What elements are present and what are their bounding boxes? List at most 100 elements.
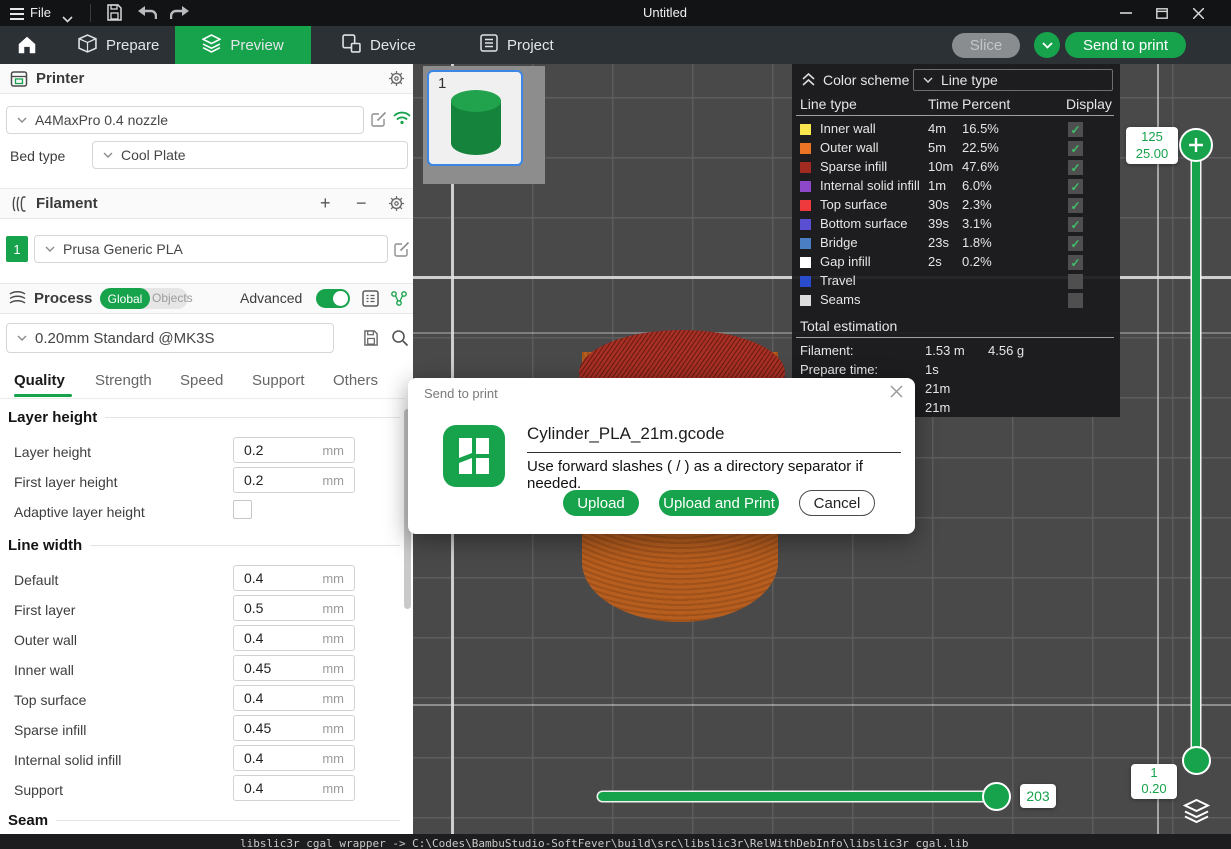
undo-icon[interactable] <box>138 6 157 25</box>
dialog-close-icon[interactable] <box>890 385 903 403</box>
display-checkbox[interactable] <box>1068 293 1083 308</box>
display-checkbox[interactable]: ✓ <box>1068 122 1083 137</box>
add-filament-button[interactable]: + <box>320 193 331 214</box>
gear-icon[interactable] <box>388 195 405 217</box>
setting-input[interactable]: 0.4mm <box>233 775 355 801</box>
printer-preset-dropdown[interactable]: A4MaxPro 0.4 nozzle <box>6 106 364 134</box>
slice-button[interactable]: Slice <box>952 33 1020 58</box>
layers-icon[interactable] <box>1183 799 1210 829</box>
setting-label: Internal solid infill <box>14 752 121 768</box>
upload-button[interactable]: Upload <box>563 490 639 516</box>
send-options-chevron-button[interactable] <box>1034 32 1060 58</box>
tab-quality[interactable]: Quality <box>14 372 65 389</box>
divider <box>90 4 91 22</box>
setting-input[interactable]: 0.5mm <box>233 595 355 621</box>
application-window: File Untitled <box>0 0 1231 849</box>
process-preset-dropdown[interactable]: 0.20mm Standard @MK3S <box>6 323 334 353</box>
tab-prepare[interactable]: Prepare <box>78 26 159 64</box>
bed-type-dropdown[interactable]: Cool Plate <box>92 141 408 169</box>
redo-icon[interactable] <box>170 6 189 25</box>
remove-filament-button[interactable]: − <box>356 193 367 214</box>
line-type-time: 5m <box>928 140 946 155</box>
hamburger-menu-icon[interactable] <box>10 7 24 25</box>
display-checkbox[interactable]: ✓ <box>1068 255 1083 270</box>
search-icon[interactable] <box>391 329 409 352</box>
console-log-line: libslic3r_cgal_wrapper -> C:\Codes\Bambu… <box>240 837 968 849</box>
move-slider-track[interactable] <box>598 792 1000 801</box>
wifi-icon[interactable] <box>393 110 411 130</box>
line-type-swatch <box>800 181 811 192</box>
build-console-strip: libslic3r_cgal_wrapper -> C:\Codes\Bambu… <box>0 834 1231 849</box>
upload-and-print-button[interactable]: Upload and Print <box>659 490 779 516</box>
save-icon[interactable] <box>106 4 123 26</box>
collapse-icon[interactable] <box>802 73 815 89</box>
tab-support[interactable]: Support <box>252 372 305 389</box>
tab-others[interactable]: Others <box>333 372 378 389</box>
process-section-header: Process Global Objects Advanced <box>0 283 413 314</box>
file-menu[interactable]: File <box>30 5 51 20</box>
layer-slider-track[interactable] <box>1192 145 1200 760</box>
setting-input[interactable]: 0.2 mm <box>233 437 355 463</box>
edit-icon[interactable] <box>371 111 387 132</box>
group-title: Line width <box>8 537 82 554</box>
setting-input[interactable]: 0.45mm <box>233 655 355 681</box>
process-workflow-icon[interactable] <box>390 290 408 312</box>
display-checkbox[interactable]: ✓ <box>1068 198 1083 213</box>
col-header-time: Time <box>928 96 959 112</box>
gear-icon[interactable] <box>388 70 405 92</box>
setting-input[interactable]: 0.4mm <box>233 745 355 771</box>
move-slider-handle[interactable] <box>982 782 1011 811</box>
tab-strength[interactable]: Strength <box>95 372 152 389</box>
filename-input[interactable]: Cylinder_PLA_21m.gcode <box>527 424 901 453</box>
display-checkbox[interactable]: ✓ <box>1068 217 1083 232</box>
line-type-label: Internal solid infill <box>820 178 920 193</box>
view-mode-dropdown[interactable]: Line type <box>913 69 1113 91</box>
minimize-button[interactable] <box>1109 0 1143 26</box>
tab-speed[interactable]: Speed <box>180 372 223 389</box>
display-checkbox[interactable] <box>1068 274 1083 289</box>
tab-preview[interactable]: Preview <box>175 26 311 64</box>
adaptive-layer-height-checkbox[interactable] <box>233 500 252 519</box>
display-checkbox[interactable]: ✓ <box>1068 160 1083 175</box>
line-type-label: Bottom surface <box>820 216 907 231</box>
setting-input[interactable]: 0.4mm <box>233 565 355 591</box>
display-checkbox[interactable]: ✓ <box>1068 141 1083 156</box>
layer-slider-bottom-handle[interactable] <box>1182 746 1211 775</box>
tab-device-label: Device <box>370 37 416 54</box>
layer-slider-top-handle[interactable] <box>1179 128 1213 162</box>
display-checkbox[interactable]: ✓ <box>1068 236 1083 251</box>
setting-input[interactable]: 0.2 mm <box>233 467 355 493</box>
tab-project[interactable]: Project <box>480 26 554 64</box>
home-icon[interactable] <box>16 34 38 61</box>
save-preset-icon[interactable] <box>363 330 379 351</box>
send-to-print-button[interactable]: Send to print <box>1065 32 1186 58</box>
setting-value: 0.4 <box>244 690 322 706</box>
line-type-swatch <box>800 219 811 230</box>
setting-label: Adaptive layer height <box>14 504 145 520</box>
col-header-percent: Percent <box>962 96 1010 112</box>
filament-slot-badge[interactable]: 1 <box>6 236 28 262</box>
advanced-toggle[interactable] <box>316 289 350 308</box>
maximize-button[interactable] <box>1145 0 1179 26</box>
setting-label: Top surface <box>14 692 86 708</box>
line-type-percent: 2.3% <box>962 197 992 212</box>
filament-preset-dropdown[interactable]: Prusa Generic PLA <box>34 235 388 263</box>
filament-preset-value: Prusa Generic PLA <box>63 241 183 257</box>
edit-icon[interactable] <box>394 241 410 262</box>
setting-input[interactable]: 0.4mm <box>233 685 355 711</box>
thumbnail-cylinder-top <box>451 90 501 112</box>
top-layer-height: 25.00 <box>1126 145 1178 162</box>
setting-input[interactable]: 0.4mm <box>233 625 355 651</box>
parameter-list-icon[interactable] <box>362 290 379 312</box>
scope-global-segment[interactable]: Global <box>100 288 150 309</box>
dialog-title: Send to print <box>424 386 498 401</box>
plate-thumbnail[interactable]: 1 <box>427 70 523 166</box>
setting-input[interactable]: 0.45mm <box>233 715 355 741</box>
close-button[interactable] <box>1181 0 1215 26</box>
display-checkbox[interactable]: ✓ <box>1068 179 1083 194</box>
setting-label: Layer height <box>14 444 91 460</box>
tab-device[interactable]: Device <box>342 26 416 64</box>
setting-unit: mm <box>322 721 344 736</box>
scope-objects-segment[interactable]: Objects <box>152 291 193 305</box>
cancel-button[interactable]: Cancel <box>799 490 875 516</box>
